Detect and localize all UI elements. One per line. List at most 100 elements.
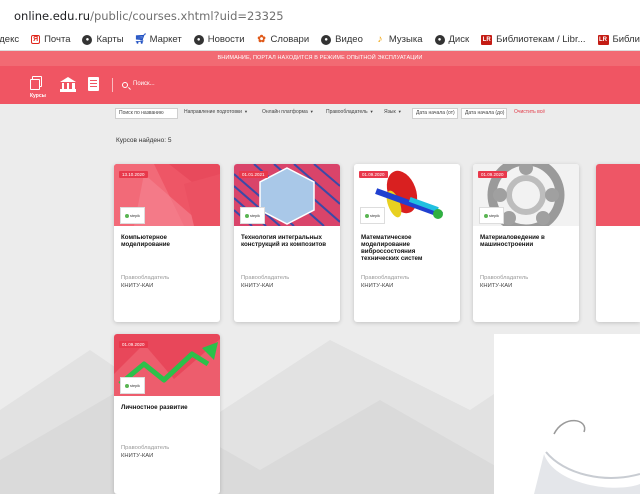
course-card[interactable]: 01.09.2020 stepik Математическое моделир…	[354, 164, 460, 322]
platform-filter[interactable]: Онлайн платформа ▼	[262, 109, 314, 115]
bookmark-label: Диск	[448, 34, 470, 45]
stepik-logo-text: stepik	[250, 213, 260, 218]
bookmark-video[interactable]: ● Видео	[321, 34, 363, 45]
bookmark-label: Библиотекам / Libr...	[496, 34, 586, 45]
stepik-logo-text: stepik	[489, 213, 499, 218]
url-host: online.edu.ru	[14, 9, 91, 23]
owner-label: Правообладатель	[121, 445, 170, 451]
course-card[interactable]: 01.09.2020 stepik Материаловедение в маш…	[473, 164, 579, 322]
bookmark-news[interactable]: ● Новости	[193, 34, 245, 45]
course-date-badge: 01.09.2020	[478, 171, 507, 178]
direction-filter[interactable]: Направление подготовки ▼	[184, 109, 248, 115]
bookmark-disk[interactable]: ● Диск	[434, 34, 470, 45]
owner-value: КНИТУ-КАИ	[241, 283, 274, 289]
owner-label: Правообладатель	[480, 275, 529, 281]
filter-bar: Поиск по названию Направление подготовки…	[0, 104, 640, 119]
bookmark-mail[interactable]: Я Почта	[31, 34, 70, 45]
course-date-badge: 13.10.2020	[119, 171, 148, 178]
chevron-down-icon: ▼	[243, 109, 248, 114]
bookmark-dictionaries[interactable]: ✿ Словари	[257, 34, 310, 45]
course-card[interactable]: 01.01.2021 stepik Технология интегральны…	[234, 164, 340, 322]
course-card[interactable]: 13.10.2020 stepik Компьютерное моделиров…	[114, 164, 220, 322]
cart-icon: 🛒︎	[134, 34, 147, 45]
site-header: Курсы Поиск...	[0, 66, 640, 104]
address-bar[interactable]: online.edu.ru/public/courses.xhtml?uid=2…	[0, 0, 640, 29]
course-title[interactable]: Личностное развитие	[121, 404, 213, 411]
bookmark-libraries-authors[interactable]: LRБиблиотеки и авто...	[597, 34, 640, 45]
university-icon[interactable]	[60, 77, 76, 92]
stepik-logo: stepik	[120, 377, 145, 394]
globe-icon: ●	[434, 34, 445, 45]
courses-label[interactable]: Курсы	[30, 93, 46, 99]
bookmark-label: ндекс	[0, 34, 20, 45]
course-cover-image	[596, 164, 640, 226]
language-filter-label: Язык	[384, 109, 396, 115]
owner-filter-label: Правообладатель	[326, 109, 368, 115]
dictionary-icon: ✿	[257, 34, 266, 45]
beta-notice: ВНИМАНИЕ, ПОРТАЛ НАХОДИТСЯ В РЕЖИМЕ ОПЫТ…	[0, 51, 640, 66]
stepik-logo-text: stepik	[370, 213, 380, 218]
name-filter-input[interactable]: Поиск по названию	[115, 108, 178, 119]
bookmark-market[interactable]: 🛒︎ Маркет	[134, 34, 182, 45]
bookmark-label: Музыка	[388, 34, 423, 45]
owner-value: КНИТУ-КАИ	[121, 453, 154, 459]
search-icon[interactable]	[122, 82, 128, 88]
clear-filters-button[interactable]: Очистить всё	[514, 109, 545, 115]
owner-label: Правообладатель	[241, 275, 290, 281]
chevron-down-icon: ▼	[397, 109, 402, 114]
lr-icon: LR	[597, 34, 609, 45]
date-from-input[interactable]: Дата начала (от)	[412, 108, 458, 119]
stepik-logo-text: stepik	[130, 213, 140, 218]
course-title[interactable]: Компьютерное моделирование	[121, 234, 213, 248]
course-title[interactable]: Материаловедение в машиностроении	[480, 234, 572, 248]
bookmark-music[interactable]: ♪ Музыка	[375, 34, 423, 45]
stepik-logo: stepik	[120, 207, 145, 224]
chevron-down-icon: ▼	[369, 109, 374, 114]
bookmark-libraries[interactable]: LR Библиотекам / Libr...	[481, 34, 586, 45]
course-title[interactable]: Технология интегральных конструкций из к…	[241, 234, 333, 248]
bookmark-label: Новости	[207, 34, 245, 45]
course-card-partial[interactable]	[596, 164, 640, 322]
direction-filter-label: Направление подготовки	[184, 109, 242, 115]
url-path: /public/courses.xhtml?uid=23325	[90, 9, 284, 23]
platform-filter-label: Онлайн платформа	[262, 109, 308, 115]
header-search-input[interactable]: Поиск...	[133, 81, 155, 87]
course-date-badge: 01.09.2020	[359, 171, 388, 178]
language-filter[interactable]: Язык ▼	[384, 109, 402, 115]
bookmark-yandex[interactable]: ндекс	[0, 34, 19, 45]
stepik-logo: stepik	[240, 207, 265, 224]
course-card[interactable]: 01.09.2020 stepik Личностное развитие Пр…	[114, 334, 220, 494]
globe-icon: ●	[193, 34, 204, 45]
bookmark-label: Видео	[335, 34, 363, 45]
bookmark-label: Библиотеки и авто...	[612, 34, 640, 45]
course-date-badge: 01.09.2020	[119, 341, 148, 348]
chevron-down-icon: ▼	[309, 109, 314, 114]
header-divider	[112, 78, 113, 92]
music-icon: ♪	[377, 34, 383, 45]
bookmark-label: Карты	[96, 34, 124, 45]
bookmark-label: Почта	[44, 34, 71, 45]
yandex-icon: Я	[31, 35, 41, 44]
stepik-logo: stepik	[479, 207, 504, 224]
stepik-logo: stepik	[360, 207, 385, 224]
stepik-logo-text: stepik	[130, 383, 140, 388]
course-date-badge: 01.01.2021	[239, 171, 268, 178]
document-icon[interactable]	[88, 77, 99, 91]
courses-found-count: Курсов найдено: 5	[116, 137, 172, 144]
bookmark-maps[interactable]: ● Карты	[82, 34, 124, 45]
owner-value: КНИТУ-КАИ	[121, 283, 154, 289]
globe-icon: ●	[321, 34, 332, 45]
bookmarks-bar: ндекс ЯПочта ●Карты 🛒︎Маркет ●Новости ✿С…	[0, 29, 640, 51]
courses-icon[interactable]	[30, 76, 44, 92]
bookmark-label: Маркет	[149, 34, 182, 45]
owner-label: Правообладатель	[361, 275, 410, 281]
owner-label: Правообладатель	[121, 275, 170, 281]
date-to-input[interactable]: Дата начала (до)	[461, 108, 507, 119]
owner-filter[interactable]: Правообладатель ▼	[326, 109, 374, 115]
overlay-panel	[494, 334, 640, 494]
globe-icon: ●	[82, 34, 93, 45]
bookmark-label: Словари	[270, 34, 310, 45]
course-title[interactable]: Математическое моделирование виброссосто…	[361, 234, 453, 262]
lr-icon: LR	[481, 34, 493, 45]
owner-value: КНИТУ-КАИ	[480, 283, 513, 289]
